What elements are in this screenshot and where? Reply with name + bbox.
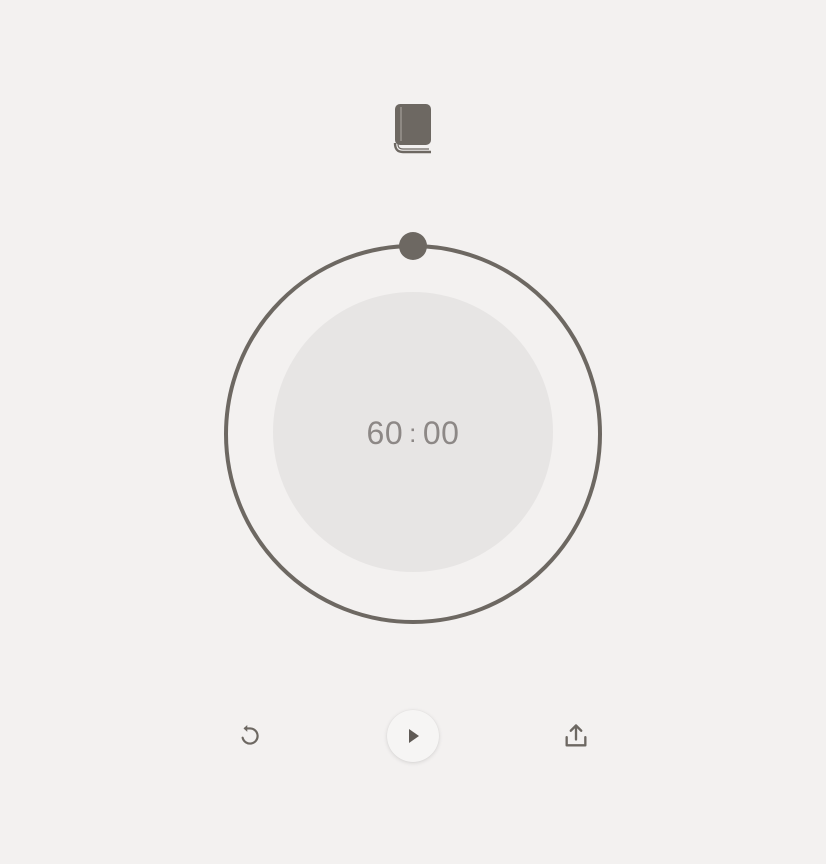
play-button[interactable] xyxy=(387,710,439,762)
share-icon xyxy=(565,724,587,747)
time-readout: 60:00 xyxy=(273,412,553,454)
time-seconds: 00 xyxy=(422,415,460,451)
time-minutes: 60 xyxy=(366,415,404,451)
time-separator: : xyxy=(409,418,417,448)
timer-app: 60:00 xyxy=(0,0,826,864)
play-icon xyxy=(409,729,419,743)
timer-drag-handle[interactable] xyxy=(399,232,427,260)
book-icon xyxy=(393,104,431,154)
share-button[interactable] xyxy=(556,716,596,756)
reset-button[interactable] xyxy=(230,716,270,756)
reset-icon xyxy=(241,724,259,745)
